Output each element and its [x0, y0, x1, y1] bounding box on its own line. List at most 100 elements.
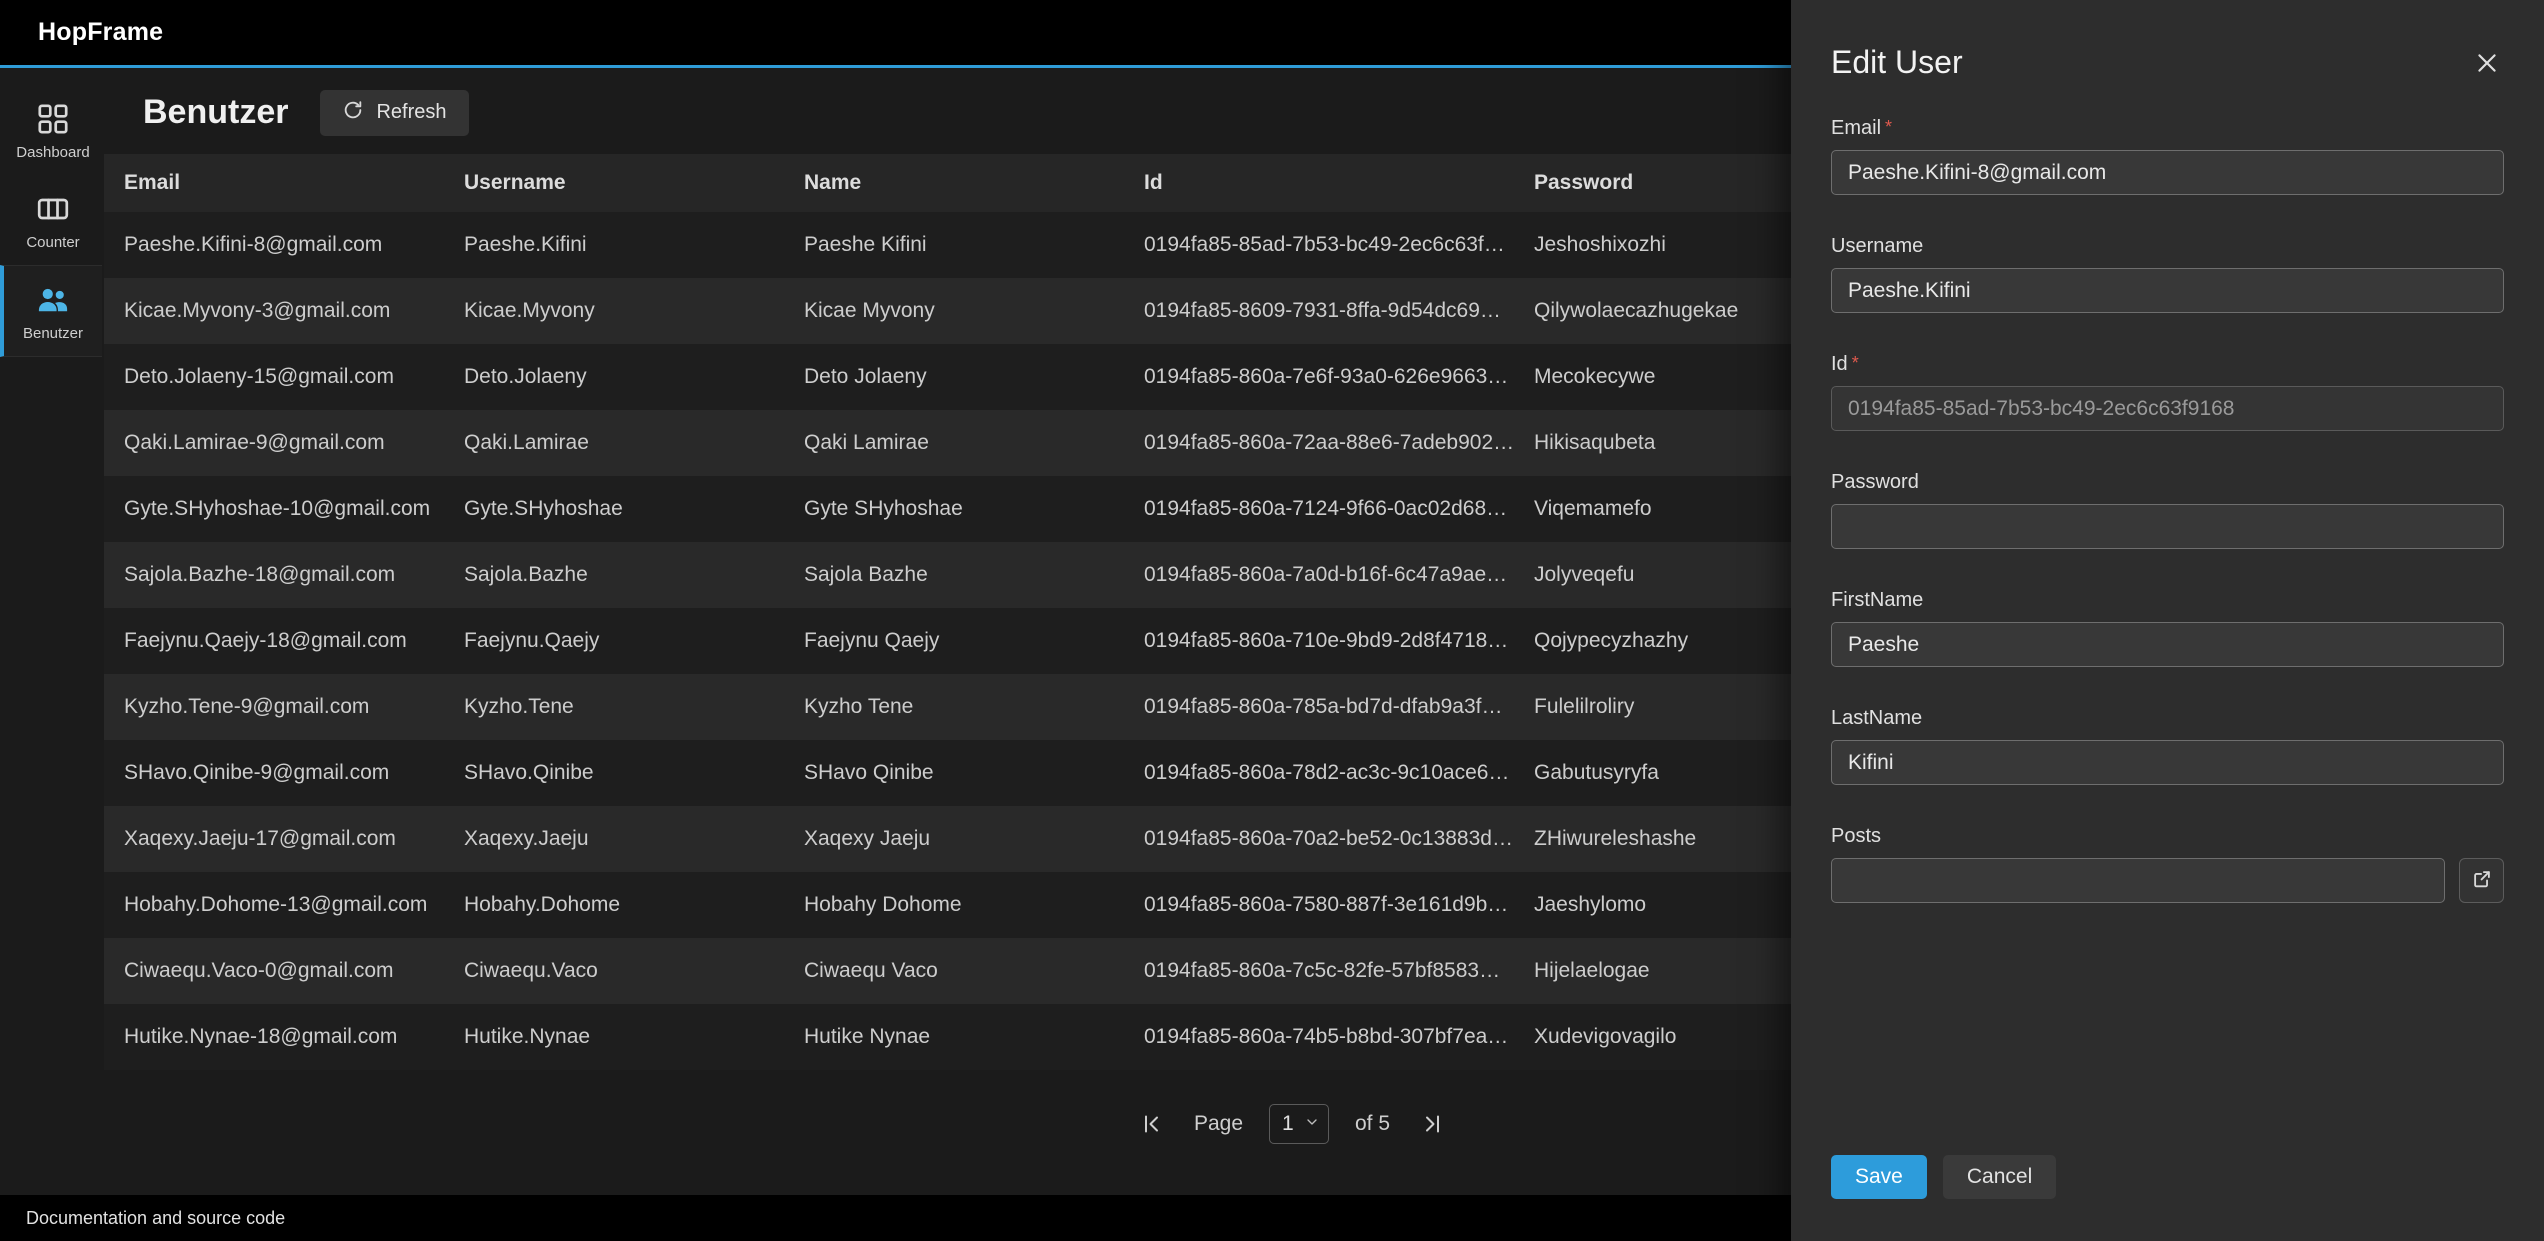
refresh-icon — [342, 99, 364, 127]
table-cell: Kicae.Myvony — [444, 278, 784, 344]
table-cell: 0194fa85-860a-74b5-b8bd-307bf7ea… — [1124, 1004, 1514, 1070]
table-cell: Qaki Lamirae — [784, 410, 1124, 476]
page-select[interactable]: 1 — [1269, 1104, 1329, 1144]
sidebar-item-dashboard[interactable]: Dashboard — [0, 85, 102, 175]
table-cell: Deto.Jolaeny — [444, 344, 784, 410]
form-field-email: Email* — [1831, 117, 2504, 195]
table-cell: 0194fa85-860a-7124-9f66-0ac02d68… — [1124, 476, 1514, 542]
people-icon — [35, 282, 71, 318]
table-cell: Deto Jolaeny — [784, 344, 1124, 410]
table-cell: Hutike.Nynae-18@gmail.com — [104, 1004, 444, 1070]
field-label: Email* — [1831, 117, 2504, 140]
external-link-icon — [2471, 868, 2493, 893]
page-count-label: of 5 — [1355, 1112, 1390, 1136]
form-field-posts: Posts — [1831, 825, 2504, 903]
cancel-button[interactable]: Cancel — [1943, 1155, 2056, 1199]
field-label: Password — [1831, 471, 2504, 494]
firstname-input[interactable] — [1831, 622, 2504, 667]
table-cell: Faejynu Qaejy — [784, 608, 1124, 674]
table-cell: Hobahy.Dohome-13@gmail.com — [104, 872, 444, 938]
table-cell: Kicae Myvony — [784, 278, 1124, 344]
sidebar-item-label: Counter — [26, 234, 79, 251]
field-label: Username — [1831, 235, 2504, 258]
table-cell: Ciwaequ.Vaco — [444, 938, 784, 1004]
form-field-password: Password — [1831, 471, 2504, 549]
refresh-button[interactable]: Refresh — [320, 90, 468, 136]
column-header-name: Name — [784, 154, 1124, 212]
table-cell: 0194fa85-860a-7e6f-93a0-626e9663… — [1124, 344, 1514, 410]
table-cell: Xaqexy.Jaeju — [444, 806, 784, 872]
id-input[interactable] — [1831, 386, 2504, 431]
field-label: FirstName — [1831, 589, 2504, 612]
table-cell: SHavo.Qinibe-9@gmail.com — [104, 740, 444, 806]
lastname-input[interactable] — [1831, 740, 2504, 785]
table-cell: 0194fa85-860a-710e-9bd9-2d8f4718… — [1124, 608, 1514, 674]
username-input[interactable] — [1831, 268, 2504, 313]
drawer-actions: Save Cancel — [1831, 1155, 2056, 1199]
sidebar-item-counter[interactable]: Counter — [0, 175, 102, 265]
table-cell: Qaki.Lamirae-9@gmail.com — [104, 410, 444, 476]
required-asterisk: * — [1885, 117, 1892, 137]
field-label: Posts — [1831, 825, 2504, 848]
field-label: Id* — [1831, 353, 2504, 376]
close-button[interactable] — [2468, 44, 2506, 85]
table-cell: Paeshe.Kifini — [444, 212, 784, 278]
form-field-username: Username — [1831, 235, 2504, 313]
page-select-value: 1 — [1282, 1112, 1294, 1136]
chevron-down-icon — [1304, 1112, 1320, 1136]
posts-input[interactable] — [1831, 858, 2445, 903]
table-cell: Kicae.Myvony-3@gmail.com — [104, 278, 444, 344]
table-cell: Ciwaequ.Vaco-0@gmail.com — [104, 938, 444, 1004]
table-cell: 0194fa85-85ad-7b53-bc49-2ec6c63f… — [1124, 212, 1514, 278]
table-cell: 0194fa85-860a-7580-887f-3e161d9b… — [1124, 872, 1514, 938]
table-cell: Paeshe Kifini — [784, 212, 1124, 278]
password-input[interactable] — [1831, 504, 2504, 549]
last-page-button[interactable] — [1416, 1108, 1448, 1140]
field-label: LastName — [1831, 707, 2504, 730]
table-cell: Sajola.Bazhe-18@gmail.com — [104, 542, 444, 608]
table-cell: Xaqexy Jaeju — [784, 806, 1124, 872]
save-button[interactable]: Save — [1831, 1155, 1927, 1199]
table-cell: Ciwaequ Vaco — [784, 938, 1124, 1004]
table-cell: Hutike Nynae — [784, 1004, 1124, 1070]
table-cell: Sajola Bazhe — [784, 542, 1124, 608]
table-cell: 0194fa85-860a-70a2-be52-0c13883d… — [1124, 806, 1514, 872]
page-label: Page — [1194, 1112, 1243, 1136]
table-cell: Sajola.Bazhe — [444, 542, 784, 608]
column-header-email: Email — [104, 154, 444, 212]
table-cell: Deto.Jolaeny-15@gmail.com — [104, 344, 444, 410]
form-field-firstname: FirstName — [1831, 589, 2504, 667]
page-title: Benutzer — [143, 93, 288, 132]
sidebar-item-benutzer[interactable]: Benutzer — [0, 265, 102, 357]
docs-link[interactable]: Documentation and source code — [26, 1208, 285, 1229]
table-cell: 0194fa85-860a-7c5c-82fe-57bf8583… — [1124, 938, 1514, 1004]
sidebar: Dashboard Counter Benutzer — [0, 71, 102, 1195]
table-cell: Hutike.Nynae — [444, 1004, 784, 1070]
table-cell: Kyzho Tene — [784, 674, 1124, 740]
refresh-label: Refresh — [376, 101, 446, 124]
table-cell: SHavo.Qinibe — [444, 740, 784, 806]
edit-user-drawer: Edit User Email*UsernameId*PasswordFirst… — [1791, 0, 2544, 1241]
form-field-id: Id* — [1831, 353, 2504, 431]
table-cell: 0194fa85-860a-785a-bd7d-dfab9a3f… — [1124, 674, 1514, 740]
counter-icon — [35, 191, 71, 227]
email-input[interactable] — [1831, 150, 2504, 195]
sidebar-item-label: Dashboard — [16, 144, 89, 161]
table-cell: 0194fa85-8609-7931-8ffa-9d54dc69… — [1124, 278, 1514, 344]
table-cell: Hobahy Dohome — [784, 872, 1124, 938]
table-cell: Gyte.SHyhoshae — [444, 476, 784, 542]
required-asterisk: * — [1852, 353, 1859, 373]
open-posts-button[interactable] — [2459, 858, 2504, 903]
form-field-lastname: LastName — [1831, 707, 2504, 785]
first-page-button[interactable] — [1136, 1108, 1168, 1140]
table-cell: Gyte.SHyhoshae-10@gmail.com — [104, 476, 444, 542]
table-cell: Paeshe.Kifini-8@gmail.com — [104, 212, 444, 278]
table-cell: 0194fa85-860a-78d2-ac3c-9c10ace6… — [1124, 740, 1514, 806]
table-cell: Kyzho.Tene — [444, 674, 784, 740]
table-cell: Xaqexy.Jaeju-17@gmail.com — [104, 806, 444, 872]
table-cell: Qaki.Lamirae — [444, 410, 784, 476]
edit-user-form: Email* Username Id* Password FirstName LastNa… — [1831, 117, 2504, 903]
table-cell: Gyte SHyhoshae — [784, 476, 1124, 542]
column-header-id: Id — [1124, 154, 1514, 212]
app-title: HopFrame — [38, 18, 163, 47]
